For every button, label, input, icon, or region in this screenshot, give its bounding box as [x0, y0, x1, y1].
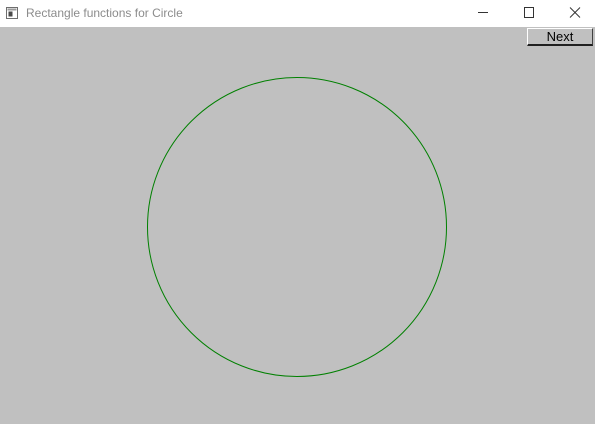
- minimize-icon: [478, 12, 488, 13]
- maximize-button[interactable]: [506, 0, 552, 26]
- minimize-button[interactable]: [460, 0, 506, 26]
- green-circle: [147, 77, 447, 377]
- client-area: Next: [0, 27, 595, 424]
- close-icon: [569, 7, 581, 18]
- next-button[interactable]: Next: [527, 28, 593, 46]
- close-button[interactable]: [552, 0, 595, 26]
- maximize-icon: [524, 7, 534, 18]
- app-window: Rectangle functions for Circle Next: [0, 0, 595, 424]
- drawing-canvas: [147, 77, 447, 377]
- title-bar[interactable]: Rectangle functions for Circle: [0, 0, 595, 26]
- app-window-icon: [6, 6, 18, 19]
- window-title: Rectangle functions for Circle: [26, 6, 183, 20]
